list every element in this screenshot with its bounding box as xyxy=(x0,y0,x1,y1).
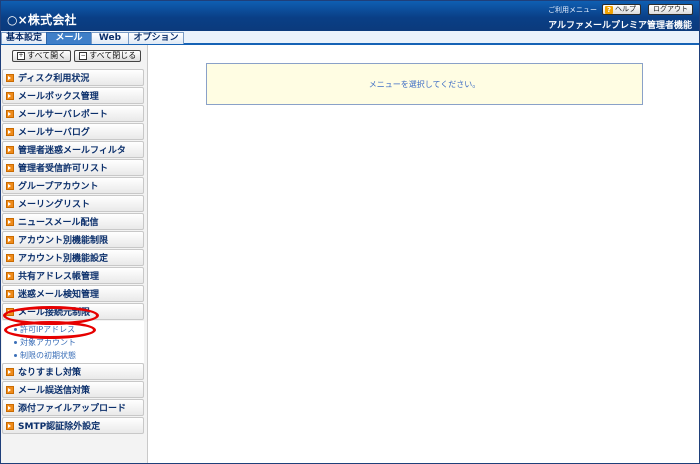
sidebar-item-label: ディスク利用状況 xyxy=(18,74,90,84)
arrow-bullet-icon xyxy=(6,367,14,376)
submenu-label: 制限の初期状態 xyxy=(20,351,76,360)
arrow-bullet-icon xyxy=(6,403,14,412)
sidebar-item-label: なりすまし対策 xyxy=(18,368,82,378)
arrow-bullet-icon xyxy=(6,127,14,136)
arrow-bullet-icon xyxy=(6,289,14,298)
sidebar-item-label: メールサーバレポート xyxy=(18,110,108,120)
highlight-oval-submenu xyxy=(4,321,96,339)
sidebar-item-admin-allow-list[interactable]: 管理者受信許可リスト xyxy=(2,159,144,176)
sidebar-toggle-buttons: + すべて開く − すべて閉じる xyxy=(12,50,142,62)
sidebar-item-disk-usage[interactable]: ディスク利用状況 xyxy=(2,69,144,86)
sidebar-item-group-account[interactable]: グループアカウント xyxy=(2,177,144,194)
sidebar-item-news-mail[interactable]: ニュースメール配信 xyxy=(2,213,144,230)
tab-basic-settings[interactable]: 基本設定 xyxy=(1,32,47,44)
app-frame: ○×株式会社 ご利用メニュー ? ヘルプ ログアウト アルファメールプレミア管理… xyxy=(0,0,700,464)
logout-button[interactable]: ログアウト xyxy=(648,4,693,15)
arrow-bullet-icon xyxy=(6,199,14,208)
arrow-bullet-icon xyxy=(6,421,14,430)
sidebar-item-label: アカウント別機能制限 xyxy=(18,236,109,246)
sidebar-item-account-restrictions[interactable]: アカウント別機能制限 xyxy=(2,231,144,248)
expand-all-button[interactable]: + すべて開く xyxy=(12,50,72,62)
sidebar-item-mailbox-management[interactable]: メールボックス管理 xyxy=(2,87,144,104)
help-button-label: ヘルプ xyxy=(615,5,636,13)
sidebar-item-account-settings[interactable]: アカウント別機能設定 xyxy=(2,249,144,266)
arrow-bullet-icon xyxy=(6,73,14,82)
arrow-bullet-icon xyxy=(6,271,14,280)
sidebar-item-spoofing-protection[interactable]: なりすまし対策 xyxy=(2,363,144,380)
sidebar: + すべて開く − すべて閉じる ディスク利用状況 メールボックス管理 メールサ… xyxy=(1,45,148,463)
sidebar-item-label: SMTP認証除外設定 xyxy=(18,422,101,432)
sidebar-item-mail-server-report[interactable]: メールサーバレポート xyxy=(2,105,144,122)
arrow-bullet-icon xyxy=(6,91,14,100)
dot-icon xyxy=(14,341,17,344)
sidebar-item-label: 迷惑メール検知管理 xyxy=(18,290,100,300)
sidebar-item-label: アカウント別機能設定 xyxy=(18,254,109,264)
sidebar-item-label: メールサーバログ xyxy=(18,128,90,138)
tab-bar: 基本設定 メール Web オプション xyxy=(1,31,699,45)
arrow-bullet-icon xyxy=(6,217,14,226)
sidebar-item-label: ニュースメール配信 xyxy=(18,218,99,228)
arrow-bullet-icon xyxy=(6,235,14,244)
submenu-item-initial-state[interactable]: 制限の初期状態 xyxy=(14,350,76,361)
plus-icon: + xyxy=(17,52,25,60)
sidebar-item-label: 管理者受信許可リスト xyxy=(18,164,109,174)
sidebar-item-admin-spam-filter[interactable]: 管理者迷惑メールフィルタ xyxy=(2,141,144,158)
sidebar-item-mail-server-log[interactable]: メールサーバログ xyxy=(2,123,144,140)
sidebar-item-shared-address-book[interactable]: 共有アドレス帳管理 xyxy=(2,267,144,284)
arrow-bullet-icon xyxy=(6,253,14,262)
sidebar-item-attachment-upload[interactable]: 添付ファイルアップロード xyxy=(2,399,144,416)
header-bar: ○×株式会社 ご利用メニュー ? ヘルプ ログアウト アルファメールプレミア管理… xyxy=(1,1,699,31)
message-box: メニューを選択してください。 xyxy=(206,63,643,105)
arrow-bullet-icon xyxy=(6,181,14,190)
sidebar-item-misdelivery-protection[interactable]: メール誤送信対策 xyxy=(2,381,144,398)
company-name: ○×株式会社 xyxy=(7,13,77,27)
sidebar-item-spam-detection[interactable]: 迷惑メール検知管理 xyxy=(2,285,144,302)
dot-icon xyxy=(14,354,17,357)
arrow-bullet-icon xyxy=(6,163,14,172)
tab-mail[interactable]: メール xyxy=(46,32,92,44)
sidebar-item-smtp-auth-exclusion[interactable]: SMTP認証除外設定 xyxy=(2,417,144,434)
product-name: アルファメールプレミア管理者機能 xyxy=(548,21,692,31)
arrow-bullet-icon xyxy=(6,145,14,154)
minus-icon: − xyxy=(79,52,88,60)
arrow-bullet-icon xyxy=(6,385,14,394)
expand-all-label: すべて開く xyxy=(27,51,67,60)
collapse-all-label: すべて閉じる xyxy=(89,51,137,60)
sidebar-item-label: メールボックス管理 xyxy=(18,92,99,102)
help-button[interactable]: ? ヘルプ xyxy=(602,4,641,15)
question-icon: ? xyxy=(605,5,613,14)
select-menu-message: メニューを選択してください。 xyxy=(368,79,481,89)
help-menu-label: ご利用メニュー xyxy=(548,6,597,14)
header-right: ご利用メニュー ? ヘルプ ログアウト アルファメールプレミア管理者機能 xyxy=(453,3,693,31)
sidebar-item-mailing-list[interactable]: メーリングリスト xyxy=(2,195,144,212)
collapse-all-button[interactable]: − すべて閉じる xyxy=(74,50,142,62)
sidebar-item-label: メーリングリスト xyxy=(18,200,91,210)
sidebar-item-label: 共有アドレス帳管理 xyxy=(18,272,100,282)
tab-web[interactable]: Web xyxy=(91,32,129,44)
tab-options[interactable]: オプション xyxy=(128,32,184,44)
sidebar-item-label: 添付ファイルアップロード xyxy=(18,404,127,414)
arrow-bullet-icon xyxy=(6,109,14,118)
sidebar-item-label: グループアカウント xyxy=(18,182,99,192)
sidebar-item-label: メール誤送信対策 xyxy=(18,386,91,396)
sidebar-item-label: 管理者迷惑メールフィルタ xyxy=(18,146,126,156)
